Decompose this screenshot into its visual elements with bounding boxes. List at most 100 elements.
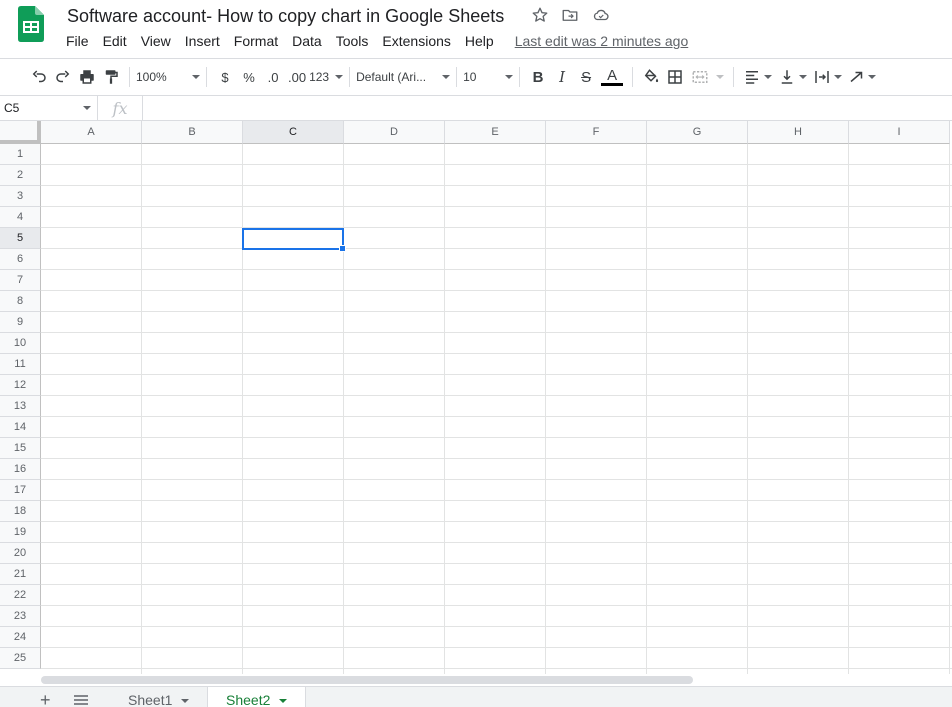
formula-input[interactable] (142, 96, 952, 120)
row-header[interactable]: 22 (0, 585, 41, 606)
row-header[interactable]: 16 (0, 459, 41, 480)
align-bottom-icon (781, 70, 793, 84)
row-header[interactable]: 13 (0, 396, 41, 417)
name-box[interactable]: C5 (0, 96, 98, 120)
print-button[interactable] (75, 64, 99, 90)
italic-button[interactable]: I (550, 64, 574, 90)
row-header[interactable]: 14 (0, 417, 41, 438)
column-header[interactable]: D (344, 121, 445, 144)
text-rotation-icon (850, 71, 863, 83)
cloud-saved-icon[interactable] (591, 5, 611, 25)
column-headers: ABCDEFGHI (41, 121, 950, 144)
increase-decimal-button[interactable]: .00 (285, 64, 309, 90)
menu-extensions[interactable]: Extensions (375, 31, 457, 51)
currency-format-button[interactable]: $ (213, 64, 237, 90)
more-formats-select[interactable]: 123 (309, 64, 344, 90)
row-header[interactable]: 24 (0, 627, 41, 648)
row-header[interactable]: 11 (0, 354, 41, 375)
menu-data[interactable]: Data (285, 31, 329, 51)
row-header[interactable]: 7 (0, 270, 41, 291)
text-rotation-button[interactable] (845, 64, 879, 90)
all-sheets-icon[interactable] (74, 695, 88, 705)
horizontal-scrollbar[interactable] (41, 674, 952, 686)
column-header[interactable]: G (647, 121, 748, 144)
column-header[interactable]: C (243, 121, 344, 144)
row-header[interactable]: 9 (0, 312, 41, 333)
tab-sheet1[interactable]: Sheet1 (110, 687, 206, 707)
fill-handle[interactable] (339, 245, 346, 252)
chevron-down-icon (505, 75, 514, 79)
menu-help[interactable]: Help (458, 31, 501, 51)
column-header[interactable]: I (849, 121, 950, 144)
menu-view[interactable]: View (134, 31, 178, 51)
chevron-down-icon (192, 75, 200, 79)
column-header[interactable]: F (546, 121, 647, 144)
row-header[interactable]: 3 (0, 186, 41, 207)
row-header[interactable]: 4 (0, 207, 41, 228)
text-wrapping-button[interactable] (810, 64, 845, 90)
cell-area[interactable] (41, 144, 952, 674)
font-family-select[interactable]: Default (Ari... (356, 64, 451, 90)
chevron-down-icon (442, 75, 451, 79)
toolbar-divider (519, 67, 521, 87)
strikethrough-button[interactable]: S (574, 64, 598, 90)
star-icon[interactable] (530, 5, 550, 25)
text-color-button[interactable]: A (598, 64, 626, 90)
undo-button[interactable] (27, 64, 51, 90)
chevron-down-icon (181, 699, 190, 703)
menu-tools[interactable]: Tools (329, 31, 376, 51)
row-header[interactable]: 2 (0, 165, 41, 186)
spreadsheet-grid: ABCDEFGHI 1 2 3 4 5 6 7 8 9 10 11 12 13 14 15 16 17 18 19 2… (0, 121, 952, 674)
horizontal-scroll-thumb[interactable] (41, 676, 693, 684)
sheets-logo-icon[interactable] (18, 5, 44, 43)
borders-button[interactable] (663, 64, 687, 90)
toolbar-divider (349, 67, 351, 87)
merge-cells-button[interactable] (687, 64, 727, 90)
row-header[interactable]: 8 (0, 291, 41, 312)
last-edit-link[interactable]: Last edit was 2 minutes ago (515, 33, 689, 49)
row-header[interactable]: 25 (0, 648, 41, 669)
column-header[interactable]: B (142, 121, 243, 144)
row-header[interactable]: 12 (0, 375, 41, 396)
chevron-down-icon (716, 75, 725, 79)
fill-color-button[interactable] (639, 64, 663, 90)
decrease-decimal-button[interactable]: .0 (261, 64, 285, 90)
percent-format-button[interactable]: % (237, 64, 261, 90)
move-to-folder-icon[interactable] (560, 5, 580, 25)
paint-format-button[interactable] (99, 64, 123, 90)
menu-format[interactable]: Format (227, 31, 285, 51)
row-header[interactable]: 19 (0, 522, 41, 543)
selected-cell[interactable] (242, 228, 344, 250)
row-header[interactable]: 5 (0, 228, 41, 249)
row-header[interactable]: 23 (0, 606, 41, 627)
zoom-value: 100% (136, 70, 167, 84)
horizontal-align-button[interactable] (740, 64, 775, 90)
sheet-tab-bar: + Sheet1 Sheet2 (0, 686, 952, 707)
fx-icon: fx (112, 98, 128, 118)
redo-button[interactable] (51, 64, 75, 90)
row-header[interactable]: 6 (0, 249, 41, 270)
menu-file[interactable]: File (59, 31, 96, 51)
column-header[interactable]: E (445, 121, 546, 144)
vertical-align-button[interactable] (775, 64, 810, 90)
row-header[interactable]: 15 (0, 438, 41, 459)
add-sheet-button[interactable]: + (40, 691, 51, 707)
column-header[interactable]: H (748, 121, 849, 144)
row-header[interactable]: 18 (0, 501, 41, 522)
zoom-select[interactable]: 100% (136, 64, 200, 90)
paint-bucket-icon (644, 69, 659, 83)
align-left-icon (746, 71, 759, 84)
select-all-corner[interactable] (0, 121, 41, 144)
row-header[interactable]: 17 (0, 480, 41, 501)
column-header[interactable]: A (41, 121, 142, 144)
row-header[interactable]: 10 (0, 333, 41, 354)
row-header[interactable]: 20 (0, 543, 41, 564)
document-title[interactable]: Software account- How to copy chart in G… (67, 5, 504, 27)
bold-button[interactable]: B (526, 64, 550, 90)
menu-insert[interactable]: Insert (178, 31, 227, 51)
tab-sheet2[interactable]: Sheet2 (207, 687, 306, 707)
row-header[interactable]: 21 (0, 564, 41, 585)
font-size-select[interactable]: 10 (463, 64, 514, 90)
row-header[interactable]: 1 (0, 144, 41, 165)
menu-edit[interactable]: Edit (96, 31, 134, 51)
